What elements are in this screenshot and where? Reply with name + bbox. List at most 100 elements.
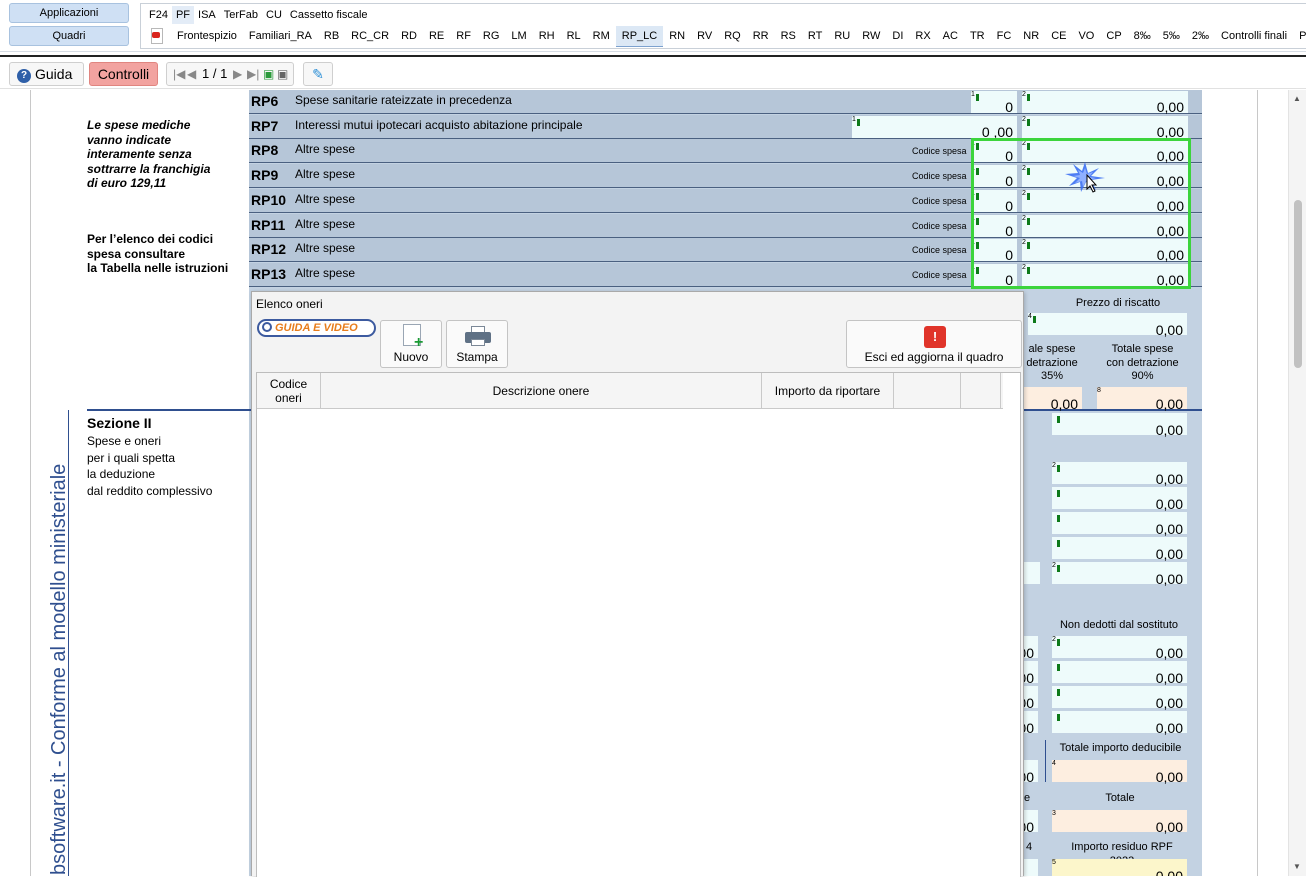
quadro-tab[interactable]: RG — [477, 26, 506, 46]
quadro-tab[interactable]: RL — [561, 26, 587, 46]
quadro-tab[interactable]: 8‰ — [1128, 26, 1157, 46]
first-page-icon[interactable]: |◀ — [173, 63, 185, 85]
non-dedotti-field-2[interactable]: 0,00 — [1052, 661, 1187, 686]
quadro-tab[interactable]: RX — [909, 26, 936, 46]
grid-column-header[interactable] — [961, 373, 1001, 409]
grid-column-header[interactable] — [894, 373, 961, 409]
module-tab[interactable]: TerFab — [220, 6, 262, 24]
quadro-tab[interactable]: TR — [964, 26, 991, 46]
quadro-tab[interactable]: 2‰ — [1186, 26, 1215, 46]
deduzione-field-1[interactable]: 0,00 — [1052, 413, 1187, 438]
quadro-tab[interactable]: RN — [663, 26, 691, 46]
module-tab[interactable]: Cassetto fiscale — [286, 6, 372, 24]
guida-video-button[interactable]: GUIDA E VIDEO — [257, 319, 376, 337]
quadri-button[interactable]: Quadri — [9, 26, 129, 46]
deduzione-field-4[interactable]: 0,00 — [1052, 512, 1187, 537]
quadro-tab[interactable]: Frontespizio — [171, 26, 243, 46]
add-page-icon[interactable]: ▣ — [263, 63, 274, 85]
quadro-tab[interactable]: 5‰ — [1157, 26, 1186, 46]
controlli-button[interactable]: Controlli — [89, 62, 158, 86]
prev-page-icon[interactable]: ◀ — [187, 63, 196, 85]
quadro-tab[interactable]: RH — [533, 26, 561, 46]
grid-column-header[interactable]: Importo da riportare — [762, 373, 894, 409]
quadro-tab[interactable]: RW — [856, 26, 886, 46]
module-tabs: F24 PF ISA TerFab CU Cassetto fiscale — [145, 6, 372, 24]
quadro-tab[interactable]: Familiari_RA — [243, 26, 318, 46]
deduzione-partial-field[interactable] — [1024, 562, 1040, 584]
non-dedotti-field-1[interactable]: 2 0,00 — [1052, 636, 1187, 661]
vertical-scrollbar[interactable]: ▲ ▼ — [1288, 90, 1306, 876]
module-tab[interactable]: ISA — [194, 6, 220, 24]
grid-column-header[interactable]: Codice oneri — [257, 373, 321, 409]
partial-field-b3[interactable] — [1024, 859, 1038, 876]
rp-field-2[interactable]: 2 0,00 — [1022, 91, 1188, 115]
partial-field-a3[interactable]: 00 — [1018, 686, 1038, 711]
rp-field-1[interactable]: 10 — [971, 91, 1017, 115]
prezzo-riscatto-field[interactable]: 4 0,00 — [1028, 313, 1187, 338]
deduzione-field-2[interactable]: 2 0,00 — [1052, 462, 1187, 487]
guida-button[interactable]: ? Guida — [9, 62, 84, 86]
partial-field-a1[interactable]: 00 — [1018, 636, 1038, 661]
totale-deducibile-field[interactable]: 4 0,00 — [1052, 760, 1187, 785]
quadro-tab[interactable]: LM — [505, 26, 532, 46]
esci-aggiorna-button[interactable]: ! Esci ed aggiorna il quadro — [846, 320, 1022, 368]
rp-field-2-value: 0,00 — [1156, 99, 1184, 115]
quadro-tab[interactable]: AC — [937, 26, 964, 46]
quadro-tab[interactable]: VO — [1072, 26, 1100, 46]
quadro-tab[interactable]: CP — [1100, 26, 1127, 46]
clean-brush-button[interactable]: ✎ — [303, 62, 333, 86]
partial-field-a2[interactable]: 00 — [1018, 661, 1038, 686]
quadro-tab[interactable]: RS — [775, 26, 802, 46]
quadro-tab[interactable]: RE — [423, 26, 450, 46]
rp-field-2[interactable]: 2 0,00 — [1022, 115, 1188, 140]
oneri-grid[interactable]: Codice oneri Descrizione onere Importo da … — [256, 372, 1021, 877]
totale-field[interactable]: 3 0,00 — [1052, 810, 1187, 835]
quadro-tab[interactable]: DI — [886, 26, 909, 46]
module-tab[interactable]: CU — [262, 6, 286, 24]
quadro-tab[interactable]: RB — [318, 26, 345, 46]
grid-column-header[interactable]: Descrizione onere — [321, 373, 762, 409]
quadro-tab[interactable]: RU — [828, 26, 856, 46]
quadro-tab[interactable]: Controlli finali — [1215, 26, 1293, 46]
quadro-tab[interactable]: RF — [450, 26, 477, 46]
last-page-icon[interactable]: ▶| — [247, 63, 259, 85]
deduzione-field-3[interactable]: 0,00 — [1052, 487, 1187, 512]
next-page-icon[interactable]: ▶ — [233, 63, 242, 85]
quadro-tab[interactable]: RD — [395, 26, 423, 46]
guida-video-label: GUIDA E VIDEO — [275, 322, 358, 334]
applicazioni-button[interactable]: Applicazioni — [9, 3, 129, 23]
scroll-up-icon[interactable]: ▲ — [1293, 94, 1301, 103]
quadro-tab[interactable]: RR — [747, 26, 775, 46]
stampa-button[interactable]: Stampa — [446, 320, 508, 368]
pdf-icon[interactable] — [149, 28, 163, 44]
scroll-down-icon[interactable]: ▼ — [1293, 862, 1301, 871]
page-left-edge — [30, 90, 31, 876]
rp-field-1[interactable]: 10 ,00 — [852, 115, 1017, 140]
quadro-tab[interactable]: Pagame — [1293, 26, 1306, 46]
scroll-thumb[interactable] — [1294, 200, 1302, 368]
partial-field-b1[interactable]: 00 — [1018, 760, 1038, 785]
module-tab[interactable]: F24 — [145, 6, 172, 24]
nuovo-button[interactable]: + Nuovo — [380, 320, 442, 368]
module-tab[interactable]: PF — [171, 6, 195, 24]
quadro-tab[interactable]: CE — [1045, 26, 1072, 46]
quadro-tab[interactable]: RM — [587, 26, 616, 46]
quadro-tab[interactable]: RQ — [718, 26, 747, 46]
note-spese-mediche: Le spese mediche vanno indicate interame… — [87, 118, 211, 191]
quadro-tab[interactable]: RC_CR — [345, 26, 395, 46]
delete-page-icon[interactable]: ▣ — [277, 63, 288, 85]
deduzione-field-6[interactable]: 2 0,00 — [1052, 562, 1187, 587]
partial-field-b2[interactable]: 00 — [1018, 810, 1038, 835]
non-dedotti-field-3[interactable]: 0,00 — [1052, 686, 1187, 711]
deduzione-field-5[interactable]: 0,00 — [1052, 537, 1187, 562]
totale-35-field[interactable]: 0,00 — [1024, 387, 1082, 412]
quadro-tab[interactable]: NR — [1017, 26, 1045, 46]
residuo-field[interactable]: 5 0,00 — [1052, 859, 1187, 876]
quadro-tab[interactable]: RV — [691, 26, 718, 46]
partial-field-a4[interactable]: 00 — [1018, 711, 1038, 736]
quadro-tab[interactable]: RP_LC — [615, 25, 664, 47]
non-dedotti-field-4[interactable]: 0,00 — [1052, 711, 1187, 736]
totale-90-field[interactable]: 8 0,00 — [1097, 387, 1187, 412]
quadro-tab[interactable]: FC — [991, 26, 1018, 46]
quadro-tab[interactable]: RT — [802, 26, 828, 46]
